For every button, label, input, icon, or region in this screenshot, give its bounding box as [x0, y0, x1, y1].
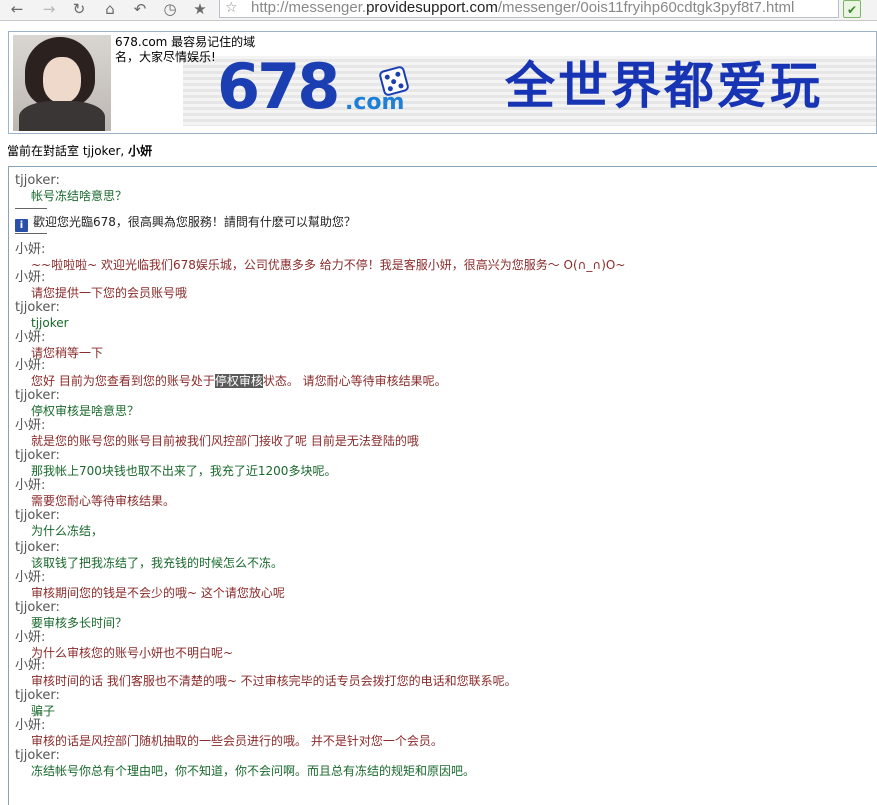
- message-text: tjjoker: [31, 316, 69, 330]
- message-text: 那我帐上700块钱也取不出来了，我充了近1200多块呢。: [31, 464, 337, 478]
- message-sender: 小妍:: [15, 570, 46, 585]
- message-text: 骗子: [31, 704, 56, 718]
- chat-message: tjjoker: 为什么冻结，: [15, 508, 103, 539]
- selected-text[interactable]: 停权审核: [214, 374, 263, 388]
- chat-message: tjjoker: 要审核多长时间？: [15, 600, 127, 631]
- logo-678: 678: [217, 50, 340, 123]
- home-icon[interactable]: ⌂: [99, 0, 121, 18]
- address-url: http://messenger.providesupport.com/mess…: [251, 0, 795, 16]
- message-text: 帐号冻结啥意思？: [31, 189, 128, 203]
- chat-message: 小妍: 审核期间您的钱是不会少的哦~ 这个请您放心呢: [15, 570, 285, 601]
- chat-message: 小妍: 审核的话是风控部门随机抽取的一些会员进行的哦。 并不是针对您一个会员。: [15, 718, 443, 749]
- message-sender: 小妍:: [15, 418, 46, 433]
- forward-icon[interactable]: →: [38, 0, 60, 18]
- chat-message: tjjoker: 那我帐上700块钱也取不出来了，我充了近1200多块呢。: [15, 448, 336, 479]
- message-text-part: 您好 目前为您查看到您的账号处于: [31, 374, 215, 388]
- room-participant-client: tjjoker: [82, 144, 121, 158]
- message-text: 需要您耐心等待审核结果。: [31, 494, 176, 508]
- message-text: 审核期间您的钱是不会少的哦~ 这个请您放心呢: [31, 586, 285, 600]
- address-bar[interactable]: ☆ http://messenger.providesupport.com/me…: [219, 0, 839, 18]
- undo-icon[interactable]: ↶: [129, 0, 151, 18]
- message-sender: tjjoker:: [15, 173, 60, 188]
- message-sender: tjjoker:: [15, 540, 60, 555]
- message-sender: 小妍:: [15, 718, 46, 733]
- system-message: i 歡迎您光臨678，很高興為您服務！請問有什麽可以幫助您？: [15, 208, 356, 234]
- chat-message: tjjoker: 帐号冻结啥意思？: [15, 173, 127, 204]
- back-icon[interactable]: ←: [6, 0, 28, 18]
- chat-banner: 678.com 最容易记住的域名，大家尽情娱乐! 678 .com 全世界都爱玩: [8, 31, 877, 134]
- message-sender: 小妍:: [15, 658, 46, 673]
- chat-transcript[interactable]: tjjoker: 帐号冻结啥意思？ i 歡迎您光臨678，很高興為您服務！請問有什…: [8, 166, 877, 805]
- message-sender: tjjoker:: [15, 748, 60, 763]
- chat-message: 小妍: 为什么审核您的账号小妍也不明白呢~: [15, 630, 233, 661]
- chat-message: 小妍: 请您提供一下您的会员账号哦: [15, 270, 187, 302]
- message-text: 就是您的账号您的账号目前被我们风控部门接收了呢 目前是无法登陆的哦: [31, 434, 419, 448]
- message-text: 审核时间的话 我们客服也不清楚的哦~ 不过审核完毕的话专员会拨打您的电话和您联系…: [31, 674, 517, 688]
- chat-message: 小妍: 就是您的账号您的账号目前被我们风控部门接收了呢 目前是无法登陆的哦: [15, 418, 419, 449]
- message-text: 要审核多长时间？: [31, 616, 128, 630]
- reload-icon[interactable]: ↻: [68, 0, 90, 18]
- message-text: 为什么冻结，: [31, 524, 104, 538]
- room-participant-operator: 小妍: [128, 144, 153, 158]
- chat-message: tjjoker: 骗子: [15, 688, 60, 719]
- message-text-part: 状态。 请您耐心等待审核结果呢。: [262, 374, 447, 388]
- chat-message: 小妍: 需要您耐心等待审核结果。: [15, 478, 175, 509]
- chat-message: 小妍: 审核时间的话 我们客服也不清楚的哦~ 不过审核完毕的话专员会拨打您的电话和…: [15, 658, 517, 689]
- chat-message: tjjoker: 冻结帐号你总有个理由吧，你不知道，你不会问啊。而且总有冻结的规矩…: [15, 748, 475, 779]
- message-sender: tjjoker:: [15, 448, 60, 463]
- chat-message: tjjoker: 停权审核是啥意思？: [15, 388, 139, 419]
- history-icon[interactable]: ◷: [159, 0, 181, 18]
- chat-message: 小妍: 您好 目前为您查看到您的账号处于停权审核状态。 请您耐心等待审核结果呢。: [15, 358, 447, 390]
- message-sender: 小妍:: [15, 478, 46, 493]
- message-sender: 小妍:: [15, 358, 46, 373]
- room-label: 當前在對話室: [7, 144, 80, 158]
- message-sender: tjjoker:: [15, 508, 60, 523]
- message-sender: tjjoker:: [15, 600, 60, 615]
- page-star-icon[interactable]: ☆: [225, 0, 238, 17]
- room-status: 當前在對話室 tjjoker, 小妍: [7, 144, 153, 158]
- message-sender: tjjoker:: [15, 300, 60, 315]
- system-message-text: 歡迎您光臨678，很高興為您服務！請問有什麽可以幫助您？: [33, 215, 356, 229]
- info-icon: i: [15, 219, 28, 232]
- chat-message: 小妍: 请您稍等一下: [15, 330, 103, 361]
- browser-toolbar: ← → ↻ ⌂ ↶ ◷ ★ ☆ http://messenger.provide…: [0, 0, 877, 21]
- chat-message: tjjoker: 该取钱了把我冻结了，我充钱的时候怎么不冻。: [15, 540, 283, 571]
- message-text: 审核的话是风控部门随机抽取的一些会员进行的哦。 并不是针对您一个会员。: [31, 734, 443, 748]
- message-text: 冻结帐号你总有个理由吧，你不知道，你不会问啊。而且总有冻结的规矩和原因吧。: [31, 764, 476, 778]
- message-sender: 小妍:: [15, 270, 46, 285]
- message-text: 该取钱了把我冻结了，我充钱的时候怎么不冻。: [31, 556, 284, 570]
- chat-message: tjjoker: tjjoker: [15, 300, 69, 331]
- chat-message: 小妍: ~~啦啦啦~ 欢迎光临我们678娱乐城，公司优惠多多 给力不停！我是客服小…: [15, 242, 625, 273]
- message-text: 停权审核是啥意思？: [31, 404, 140, 418]
- message-sender: 小妍:: [15, 630, 46, 645]
- message-sender: 小妍:: [15, 330, 46, 345]
- message-sender: 小妍:: [15, 242, 46, 257]
- banner-slogan: 全世界都爱玩: [505, 56, 823, 115]
- operator-photo: [13, 35, 111, 131]
- message-sender: tjjoker:: [15, 388, 60, 403]
- message-sender: tjjoker:: [15, 688, 60, 703]
- bookmark-star-icon[interactable]: ★: [189, 0, 211, 18]
- extension-icon[interactable]: ✔: [843, 0, 861, 18]
